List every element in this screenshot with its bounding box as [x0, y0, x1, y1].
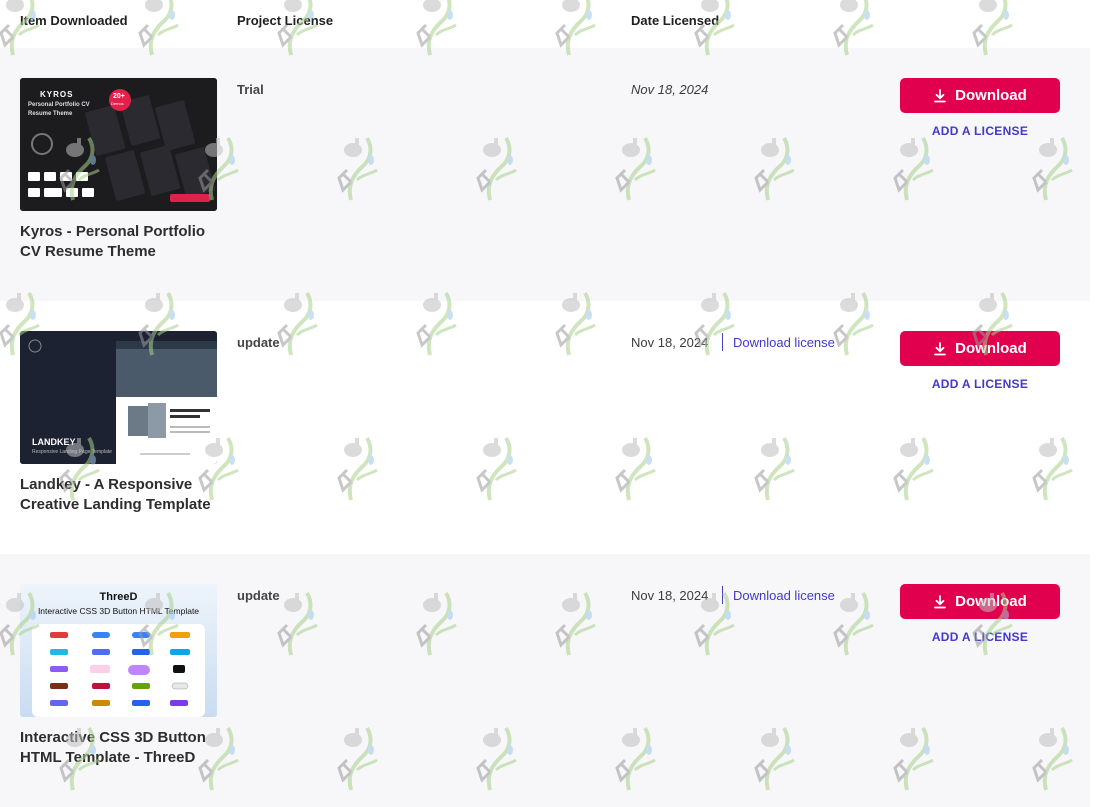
date-licensed: Nov 18, 2024	[631, 82, 709, 97]
table-row: LANDKEY Responsive Landing Page Template…	[0, 301, 1090, 554]
header-date-licensed: Date Licensed	[631, 13, 720, 28]
table-row: KYROS Personal Portfolio CV Resume Theme…	[0, 48, 1090, 301]
download-button[interactable]: Download	[900, 584, 1060, 619]
thumb-heading: LANDKEY	[32, 437, 76, 447]
thumb-sub: Interactive CSS 3D Button HTML Template	[37, 606, 200, 616]
download-button[interactable]: Download	[900, 331, 1060, 366]
item-thumbnail[interactable]: LANDKEY Responsive Landing Page Template	[20, 331, 217, 464]
thumb-heading: KYROS	[40, 90, 74, 99]
item-title[interactable]: Kyros - Personal Portfolio CV Resume The…	[20, 222, 230, 262]
threed-thumbnail-art	[20, 584, 217, 717]
project-license: Trial	[237, 82, 264, 97]
download-license-link[interactable]: Download license	[733, 588, 835, 603]
thumb-heading: ThreeD	[99, 591, 138, 603]
header-project-license: Project License	[237, 13, 334, 28]
project-license: update	[237, 588, 280, 603]
table-row: ThreeD Interactive CSS 3D Button HTML Te…	[0, 554, 1090, 807]
date-licensed: Nov 18, 2024	[631, 335, 709, 350]
table-header: Item Downloaded Project License Date Lic…	[0, 0, 1090, 48]
item-thumbnail[interactable]: ThreeD Interactive CSS 3D Button HTML Te…	[20, 584, 217, 717]
add-license-link[interactable]: ADD A LICENSE	[900, 630, 1060, 644]
thumb-badge: 20+	[113, 93, 125, 100]
download-license-link[interactable]: Download license	[733, 335, 835, 350]
download-icon	[934, 341, 947, 355]
divider	[722, 333, 723, 351]
thumb-sub: Personal Portfolio CV	[28, 102, 90, 108]
thumb-sub: Resume Theme	[28, 111, 73, 117]
divider	[722, 586, 723, 604]
project-license: update	[237, 335, 280, 350]
item-title[interactable]: Landkey - A Responsive Creative Landing …	[20, 475, 230, 515]
add-license-link[interactable]: ADD A LICENSE	[900, 124, 1060, 138]
header-item-downloaded: Item Downloaded	[20, 13, 128, 28]
item-thumbnail[interactable]: KYROS Personal Portfolio CV Resume Theme…	[20, 78, 217, 211]
download-icon	[934, 88, 947, 102]
download-label: Download	[955, 87, 1027, 104]
item-title[interactable]: Interactive CSS 3D Button HTML Template …	[20, 728, 230, 768]
download-label: Download	[955, 340, 1027, 357]
download-label: Download	[955, 593, 1027, 610]
date-licensed: Nov 18, 2024	[631, 588, 709, 603]
thumb-sub: Responsive Landing Page Template	[32, 449, 112, 455]
add-license-link[interactable]: ADD A LICENSE	[900, 377, 1060, 391]
download-button[interactable]: Download	[900, 78, 1060, 113]
thumb-badge-sub: Demos	[111, 101, 124, 106]
download-icon	[934, 594, 947, 608]
